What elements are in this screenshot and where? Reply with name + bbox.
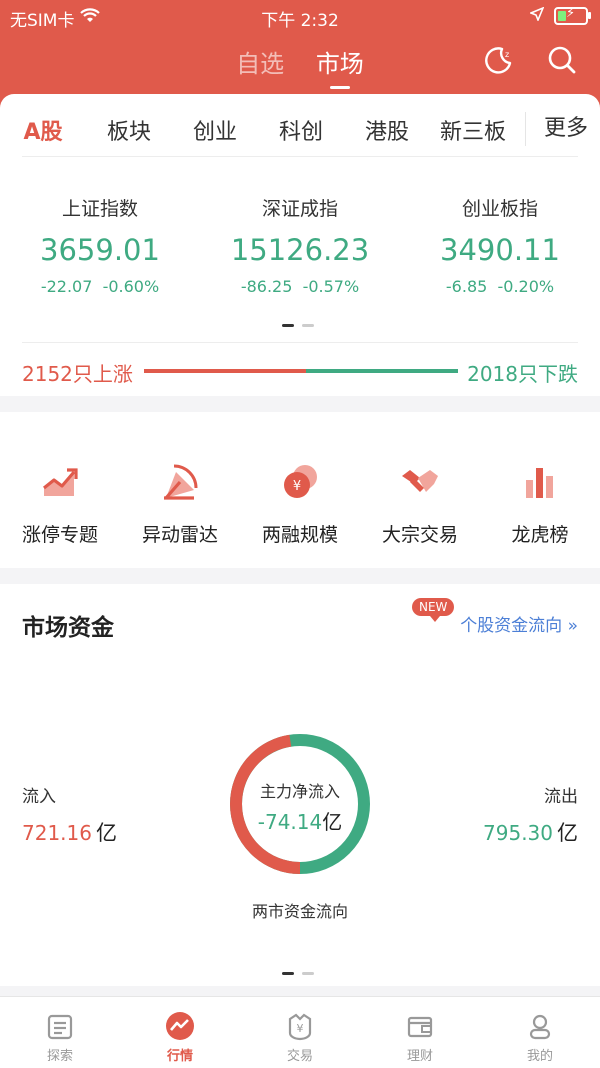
market-tab-more[interactable]: 更多 — [524, 112, 588, 146]
tabbar-trade[interactable]: ¥ 交易 — [240, 997, 360, 1068]
market-tab-hk[interactable]: 港股 — [344, 114, 430, 146]
breadth-bar — [144, 369, 458, 373]
index-pager — [282, 324, 314, 327]
net-inflow-label: 主力净流入 — [259, 782, 340, 801]
status-time: 下午 2:32 — [261, 11, 339, 31]
pager-dot — [302, 324, 314, 327]
market-tab-sectors[interactable]: 板块 — [86, 114, 172, 146]
index-name: 创业板指 — [461, 198, 538, 220]
trend-up-icon — [0, 460, 120, 504]
wallet-icon — [360, 1005, 480, 1041]
handshake-icon — [360, 460, 480, 504]
location-icon — [528, 6, 545, 26]
bar-chart-icon — [480, 460, 600, 504]
tool-label: 涨停专题 — [21, 524, 98, 546]
index-card-szse[interactable]: 深证成指 15126.23 -86.25 -0.57% — [200, 194, 400, 296]
market-tab-neeq[interactable]: 新三板 — [430, 114, 516, 146]
inflow-label: 流入 — [22, 787, 56, 807]
tool-block-trade[interactable]: 大宗交易 — [360, 460, 480, 547]
tabbar-wealth[interactable]: 理财 — [360, 997, 480, 1068]
index-name: 深证成指 — [261, 198, 338, 220]
tabbar-explore[interactable]: 探索 — [0, 997, 120, 1068]
breadth-bar-up — [144, 369, 307, 373]
index-row: 上证指数 3659.01 -22.07 -0.60% 深证成指 15126.23… — [0, 194, 600, 296]
double-chevron-right-icon: » — [567, 616, 578, 636]
tab-market[interactable]: 市场 — [316, 44, 364, 79]
outflow-value: 795.30 亿 — [483, 821, 578, 845]
tabbar-label: 理财 — [406, 1049, 433, 1064]
index-change: -22.07 -0.60% — [40, 277, 160, 296]
tool-label: 大宗交易 — [381, 524, 458, 546]
fund-pager — [282, 972, 314, 975]
tabbar-label: 交易 — [286, 1049, 313, 1064]
market-overview-card: A股 板块 创业 科创 港股 新三板 更多 上证指数 3659.01 -22.0… — [0, 94, 600, 396]
index-card-chinext[interactable]: 创业板指 3490.11 -6.85 -0.20% — [400, 194, 600, 296]
coin-icon: ¥ — [240, 460, 360, 504]
pager-dot — [302, 972, 314, 975]
tool-label: 异动雷达 — [141, 524, 218, 546]
outflow-label: 流出 — [544, 787, 578, 807]
market-tab-a-share[interactable]: A股 — [0, 114, 86, 146]
net-inflow-value: -74.14亿 — [257, 810, 343, 834]
tools-card: 涨停专题 异动雷达 ¥ 两融规模 大宗交易 龙虎榜 — [0, 412, 600, 568]
tab-divider — [22, 156, 578, 157]
tool-label: 两融规模 — [261, 524, 338, 546]
index-change: -86.25 -0.57% — [240, 277, 360, 296]
advancers-label: 2152只上涨 — [22, 362, 133, 386]
index-value: 3490.11 — [440, 233, 560, 267]
market-tab-chinext[interactable]: 创业 — [172, 114, 258, 146]
trade-icon: ¥ — [240, 1005, 360, 1041]
tool-margin[interactable]: ¥ 两融规模 — [240, 460, 360, 547]
battery-icon: ⚡ — [554, 6, 591, 25]
night-mode-icon[interactable]: z — [482, 44, 514, 76]
inflow-value: 721.16 亿 — [22, 821, 117, 845]
breadth-bar-down — [306, 369, 458, 373]
market-breadth: 2152只上涨 2018只下跌 — [22, 356, 578, 386]
tabbar-market[interactable]: 行情 — [120, 997, 240, 1068]
tab-watchlist[interactable]: 自选 — [236, 44, 284, 79]
tabbar-label: 探索 — [46, 1049, 73, 1064]
index-change: -6.85 -0.20% — [445, 277, 555, 296]
market-funds-card: 市场资金 NEW 个股资金流向 » 流入 721.16 亿 主力净流入 -74.1… — [0, 584, 600, 986]
search-icon[interactable] — [546, 44, 578, 76]
tabbar-label: 我的 — [526, 1049, 553, 1064]
inflow-block: 流入 721.16 亿 — [22, 782, 117, 847]
tool-limit-up[interactable]: 涨停专题 — [0, 460, 120, 547]
svg-text:z: z — [505, 50, 509, 59]
donut-caption: 两市资金流向 — [251, 902, 348, 921]
index-value: 3659.01 — [40, 233, 160, 267]
outflow-block: 流出 795.30 亿 — [483, 782, 578, 847]
decliners-label: 2018只下跌 — [467, 362, 578, 386]
pager-dot — [282, 972, 294, 975]
index-card-sse[interactable]: 上证指数 3659.01 -22.07 -0.60% — [0, 194, 200, 296]
tabbar-label: 行情 — [166, 1049, 193, 1064]
tool-radar[interactable]: 异动雷达 — [120, 460, 240, 547]
market-tabs: A股 板块 创业 科创 港股 新三板 更多 — [0, 108, 588, 152]
pager-dot — [282, 324, 294, 327]
fund-flow-donut: 主力净流入 -74.14亿 — [228, 732, 372, 876]
bottom-tab-bar: 探索 行情 ¥ 交易 理财 我的 — [0, 996, 600, 1068]
index-value: 15126.23 — [230, 233, 370, 267]
svg-text:¥: ¥ — [297, 1022, 304, 1035]
tabbar-profile[interactable]: 我的 — [480, 997, 600, 1068]
tool-label: 龙虎榜 — [511, 524, 569, 546]
svg-text:¥: ¥ — [293, 479, 301, 494]
tool-dragon-tiger[interactable]: 龙虎榜 — [480, 460, 600, 547]
profile-icon — [480, 1005, 600, 1041]
market-icon — [120, 1005, 240, 1041]
divider — [22, 342, 578, 343]
section-title: 市场资金 — [22, 615, 114, 641]
new-badge: NEW — [412, 598, 455, 622]
market-tab-star[interactable]: 科创 — [258, 114, 344, 146]
stock-flow-link[interactable]: 个股资金流向 » — [460, 611, 578, 636]
explore-icon — [0, 1005, 120, 1041]
status-bar: 无SIM卡 下午 2:32 ⚡ — [0, 6, 600, 31]
radar-icon — [120, 460, 240, 504]
index-name: 上证指数 — [61, 198, 138, 220]
